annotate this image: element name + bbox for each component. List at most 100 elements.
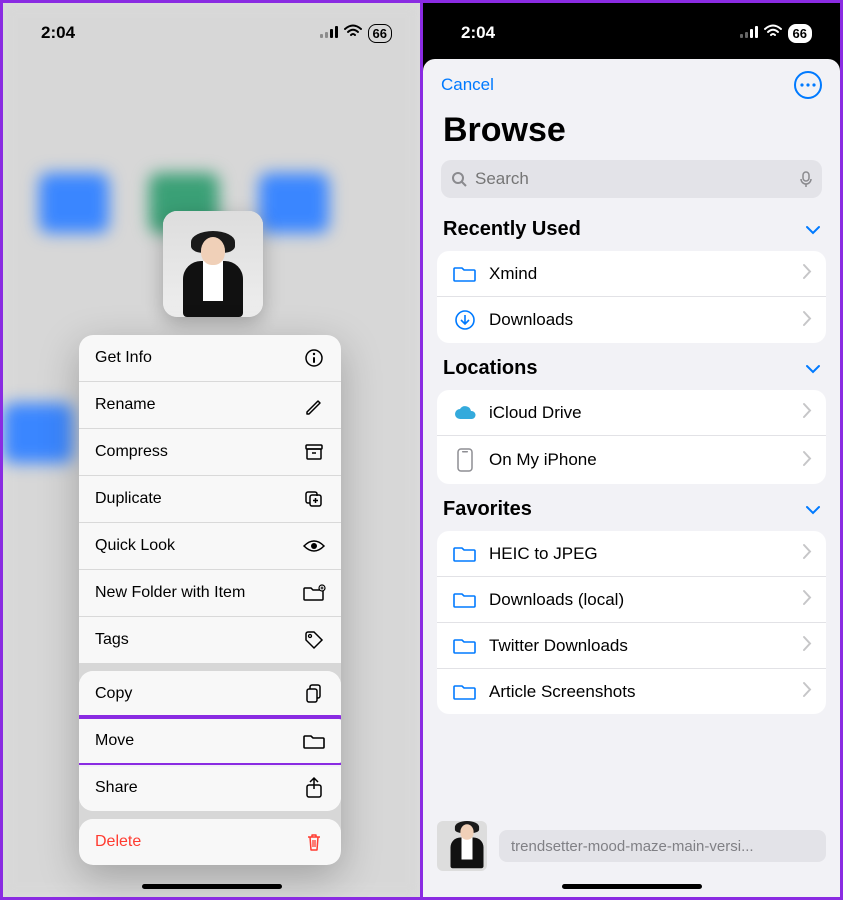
chevron-right-icon (803, 263, 812, 284)
selected-file-preview (163, 211, 263, 317)
chevron-right-icon (803, 402, 812, 423)
more-options-button[interactable] (794, 71, 822, 99)
file-name-chip: trendsetter-mood-maze-main-versi... (499, 830, 826, 862)
row-label: Downloads (local) (479, 590, 803, 610)
location-row-on-my-iphone[interactable]: On My iPhone (437, 436, 826, 484)
archive-box-icon (303, 441, 325, 463)
move-destination-sheet: Cancel Browse Recently Used XmindDow (423, 59, 840, 897)
home-indicator (142, 884, 282, 889)
chevron-right-icon (803, 450, 812, 471)
signal-icon (740, 23, 758, 43)
folder-outline-icon (451, 544, 479, 564)
menu-item-get-info[interactable]: Get Info (79, 335, 341, 382)
section-header-favorites[interactable]: Favorites (423, 492, 840, 527)
folder-outline-icon (451, 264, 479, 284)
chevron-down-icon (806, 219, 820, 240)
chevron-right-icon (803, 589, 812, 610)
location-row-twitter-downloads[interactable]: Twitter Downloads (437, 623, 826, 669)
trash-icon (303, 831, 325, 853)
selected-file-bar: trendsetter-mood-maze-main-versi... (437, 821, 826, 871)
file-thumbnail (437, 821, 487, 871)
folder-outline-icon (451, 636, 479, 656)
menu-item-label: Move (95, 732, 134, 750)
search-field[interactable] (441, 160, 822, 198)
row-label: Twitter Downloads (479, 636, 803, 656)
menu-item-label: Copy (95, 685, 132, 703)
menu-item-label: Share (95, 779, 138, 797)
row-label: Xmind (479, 264, 803, 284)
wifi-icon (344, 23, 362, 43)
chevron-right-icon (803, 543, 812, 564)
status-indicators: 66 (740, 23, 812, 43)
folder-outline-icon (451, 590, 479, 610)
status-time: 2:04 (41, 23, 75, 43)
section-title: Locations (443, 357, 537, 380)
menu-item-label: Get Info (95, 349, 152, 367)
chevron-right-icon (803, 635, 812, 656)
section-header-locations[interactable]: Locations (423, 351, 840, 386)
page-title: Browse (423, 103, 840, 160)
location-row-downloads[interactable]: Downloads (437, 297, 826, 343)
signal-icon (320, 23, 338, 43)
menu-item-new-folder-with-item[interactable]: New Folder with Item (79, 570, 341, 617)
menu-item-delete[interactable]: Delete (79, 819, 341, 865)
status-bar: 2:04 66 (423, 3, 840, 53)
info-circle-icon (303, 347, 325, 369)
download-circle-icon (451, 309, 479, 331)
menu-item-copy[interactable]: Copy (79, 671, 341, 718)
left-screenshot: 2:04 66 Get Info (3, 3, 420, 897)
menu-item-quick-look[interactable]: Quick Look (79, 523, 341, 570)
menu-item-duplicate[interactable]: Duplicate (79, 476, 341, 523)
location-row-icloud-drive[interactable]: iCloud Drive (437, 390, 826, 436)
menu-item-label: Tags (95, 631, 129, 649)
battery-indicator: 66 (788, 24, 812, 43)
chevron-right-icon (803, 681, 812, 702)
menu-item-move[interactable]: Move (79, 718, 341, 765)
right-screenshot: 2:04 66 Cancel Browse (423, 3, 840, 897)
row-label: iCloud Drive (479, 403, 803, 423)
chevron-down-icon (806, 499, 820, 520)
copy-pages-icon (303, 683, 325, 705)
status-bar: 2:04 66 (3, 3, 420, 53)
location-row-article-screenshots[interactable]: Article Screenshots (437, 669, 826, 714)
ellipsis-icon (800, 83, 816, 87)
iphone-icon (451, 448, 479, 472)
status-time: 2:04 (461, 23, 495, 43)
menu-item-label: Quick Look (95, 537, 175, 555)
menu-item-label: New Folder with Item (95, 584, 245, 602)
search-input[interactable] (475, 169, 792, 189)
wifi-icon (764, 23, 782, 43)
section-title: Favorites (443, 498, 532, 521)
location-row-xmind[interactable]: Xmind (437, 251, 826, 297)
duplicate-icon (303, 488, 325, 510)
menu-item-compress[interactable]: Compress (79, 429, 341, 476)
menu-item-label: Rename (95, 396, 155, 414)
section-header-recently-used[interactable]: Recently Used (423, 212, 840, 247)
cancel-button[interactable]: Cancel (441, 75, 494, 95)
menu-item-rename[interactable]: Rename (79, 382, 341, 429)
eye-icon (303, 535, 325, 557)
menu-item-label: Delete (95, 833, 141, 851)
menu-item-share[interactable]: Share (79, 765, 341, 811)
folder-plus-icon (303, 582, 325, 604)
microphone-icon[interactable] (800, 171, 812, 187)
status-indicators: 66 (320, 23, 392, 43)
row-label: Downloads (479, 310, 803, 330)
context-menu: Get Info Rename Compress Duplicate Quick Loo… (79, 335, 341, 865)
pencil-icon (303, 394, 325, 416)
location-row-heic-to-jpeg[interactable]: HEIC to JPEG (437, 531, 826, 577)
home-indicator (562, 884, 702, 889)
chevron-right-icon (803, 310, 812, 331)
menu-item-tags[interactable]: Tags (79, 617, 341, 663)
row-label: On My iPhone (479, 450, 803, 470)
menu-item-label: Compress (95, 443, 168, 461)
share-icon (303, 777, 325, 799)
section-title: Recently Used (443, 218, 581, 241)
cloud-icon (451, 404, 479, 422)
folder-outline-icon (451, 682, 479, 702)
tag-icon (303, 629, 325, 651)
row-label: Article Screenshots (479, 682, 803, 702)
chevron-down-icon (806, 358, 820, 379)
location-row-downloads-(local)[interactable]: Downloads (local) (437, 577, 826, 623)
search-icon (451, 171, 467, 187)
